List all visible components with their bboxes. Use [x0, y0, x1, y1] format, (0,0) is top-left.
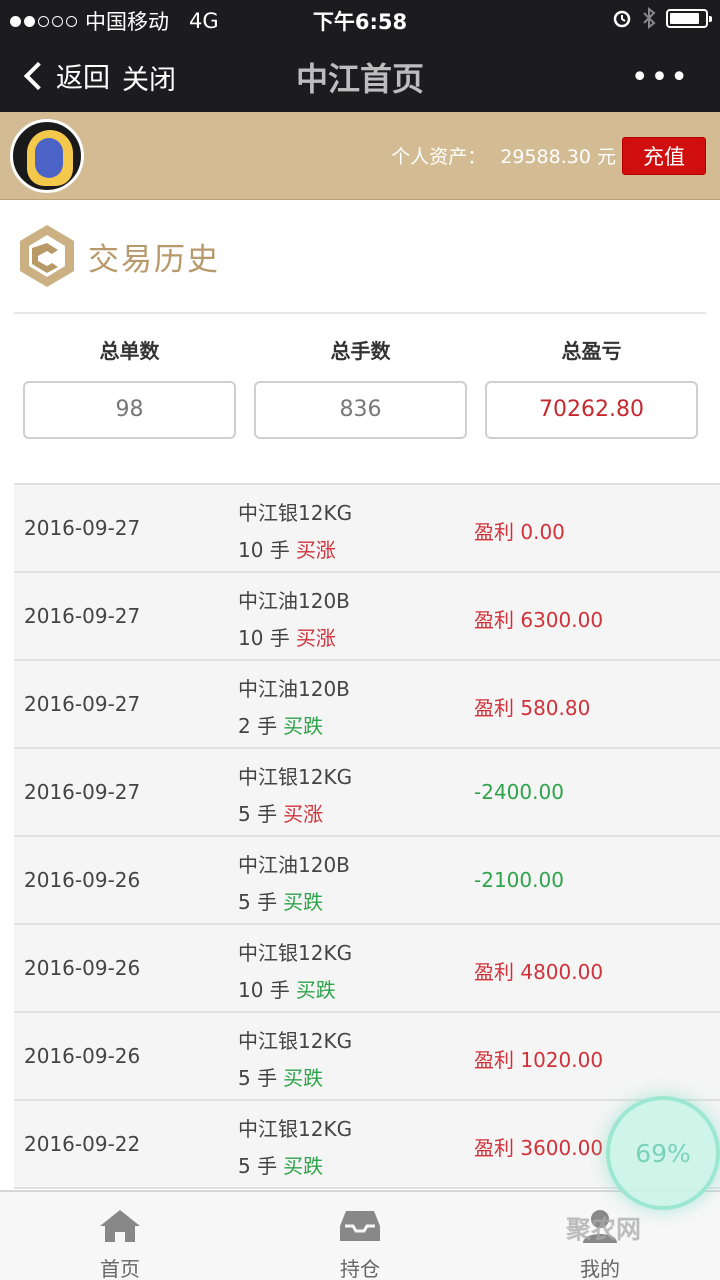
trade-row[interactable]: 2016-09-26 中江银12KG 10 手买跌 盈利 4800.00 — [14, 925, 720, 1013]
stat-total-orders: 总单数 98 — [23, 336, 236, 439]
battery-icon — [666, 8, 712, 28]
trade-date: 2016-09-22 — [24, 1132, 141, 1156]
trade-quantity: 5 手买跌 — [238, 886, 323, 915]
trade-result: -2400.00 — [474, 780, 564, 804]
trade-date: 2016-09-26 — [24, 956, 141, 980]
section-header: 交易历史 — [18, 223, 220, 289]
inbox-icon — [340, 1211, 380, 1241]
trade-product: 中江银12KG — [238, 941, 353, 965]
trade-lots: 5 手 — [238, 1154, 278, 1178]
trade-result: -2100.00 — [474, 868, 564, 892]
page-title: 中江首页 — [295, 60, 424, 98]
tab-positions[interactable]: 持仓 — [300, 1208, 420, 1280]
trade-lots: 10 手 — [238, 626, 290, 650]
trade-quantity: 5 手买跌 — [238, 1150, 323, 1179]
trade-row[interactable]: 2016-09-27 中江油120B 10 手买涨 盈利 6300.00 — [14, 573, 720, 661]
stat-label: 总手数 — [330, 339, 391, 363]
assets-value: 29588.30 元 — [500, 146, 616, 168]
section-title: 交易历史 — [88, 241, 220, 278]
trade-date: 2016-09-26 — [24, 868, 141, 892]
trade-direction: 买跌 — [283, 1066, 324, 1090]
assets-info: 个人资产： 29588.30 元 — [391, 142, 616, 169]
trade-date: 2016-09-27 — [24, 604, 141, 628]
trade-direction: 买涨 — [283, 802, 324, 826]
trade-row[interactable]: 2016-09-27 中江银12KG 5 手买涨 -2400.00 — [14, 749, 720, 837]
trade-quantity: 10 手买涨 — [238, 534, 336, 563]
stat-value: 98 — [23, 381, 236, 439]
trade-direction: 买跌 — [295, 978, 336, 1002]
trade-direction: 买跌 — [283, 1154, 324, 1178]
trade-date: 2016-09-27 — [24, 692, 141, 716]
status-right — [612, 7, 712, 29]
trade-result: 盈利 580.80 — [474, 696, 591, 720]
account-bar: 个人资产： 29588.30 元 充值 — [0, 112, 720, 200]
trade-list: 2016-09-27 中江银12KG 10 手买涨 盈利 0.00 2016-0… — [14, 483, 720, 1189]
bluetooth-icon — [643, 7, 656, 29]
tab-label: 首页 — [100, 1257, 140, 1280]
avatar[interactable] — [10, 119, 84, 193]
trade-lots: 5 手 — [238, 1066, 278, 1090]
floating-progress-ball[interactable]: 69% — [606, 1096, 720, 1210]
trade-lots: 10 手 — [238, 978, 290, 1002]
trade-product: 中江银12KG — [238, 1029, 353, 1053]
trade-direction: 买涨 — [295, 626, 336, 650]
trade-quantity: 5 手买涨 — [238, 798, 323, 827]
trade-direction: 买涨 — [295, 538, 336, 562]
watermark: 聚农网 — [566, 1215, 642, 1244]
trade-date: 2016-09-27 — [24, 516, 141, 540]
trade-row[interactable]: 2016-09-26 中江银12KG 5 手买跌 盈利 1020.00 — [14, 1013, 720, 1101]
trade-result: 盈利 0.00 — [474, 520, 565, 544]
assets-label: 个人资产： — [391, 146, 487, 168]
trade-date: 2016-09-26 — [24, 1044, 141, 1068]
trade-lots: 5 手 — [238, 802, 278, 826]
recharge-button[interactable]: 充值 — [622, 137, 706, 175]
alarm-icon — [613, 10, 631, 28]
stat-value: 836 — [254, 381, 467, 439]
trade-date: 2016-09-27 — [24, 780, 141, 804]
stat-label: 总单数 — [99, 339, 160, 363]
trade-quantity: 5 手买跌 — [238, 1062, 323, 1091]
divider — [14, 312, 706, 314]
home-icon — [100, 1210, 140, 1242]
trade-lots: 10 手 — [238, 538, 290, 562]
trade-quantity: 10 手买涨 — [238, 622, 336, 651]
trade-quantity: 2 手买跌 — [238, 710, 323, 739]
trade-row[interactable]: 2016-09-27 中江银12KG 10 手买涨 盈利 0.00 — [14, 485, 720, 573]
trade-product: 中江银12KG — [238, 765, 353, 789]
status-bar: 中国移动 4G 下午6:58 — [0, 0, 720, 36]
stat-value: 70262.80 — [485, 381, 698, 439]
trade-history-panel: 交易历史 总单数 98 总手数 836 总盈亏 70262.80 2016-09… — [0, 200, 720, 1190]
trade-quantity: 10 手买跌 — [238, 974, 336, 1003]
trade-row[interactable]: 2016-09-27 中江油120B 2 手买跌 盈利 580.80 — [14, 661, 720, 749]
trade-product: 中江银12KG — [238, 1117, 353, 1141]
trade-product: 中江银12KG — [238, 501, 353, 525]
trade-result: 盈利 3600.00 — [474, 1136, 604, 1160]
trade-lots: 5 手 — [238, 890, 278, 914]
trade-direction: 买跌 — [283, 714, 324, 738]
trade-result: 盈利 1020.00 — [474, 1048, 604, 1072]
trade-row[interactable]: 2016-09-26 中江油120B 5 手买跌 -2100.00 — [14, 837, 720, 925]
brand-logo-icon — [18, 223, 76, 289]
stat-total-pl: 总盈亏 70262.80 — [485, 336, 698, 439]
stat-label: 总盈亏 — [561, 339, 622, 363]
nav-bar: 返回 关闭 中江首页 ••• — [0, 36, 720, 112]
tab-label: 持仓 — [340, 1257, 380, 1280]
trade-direction: 买跌 — [283, 890, 324, 914]
stat-total-lots: 总手数 836 — [254, 336, 467, 439]
trade-result: 盈利 6300.00 — [474, 608, 604, 632]
trade-product: 中江油120B — [238, 853, 350, 877]
trade-product: 中江油120B — [238, 677, 350, 701]
tab-home[interactable]: 首页 — [60, 1208, 180, 1280]
trade-result: 盈利 4800.00 — [474, 960, 604, 984]
more-icon[interactable]: ••• — [631, 60, 690, 95]
trade-product: 中江油120B — [238, 589, 350, 613]
trade-lots: 2 手 — [238, 714, 278, 738]
tab-label: 我的 — [580, 1257, 620, 1280]
